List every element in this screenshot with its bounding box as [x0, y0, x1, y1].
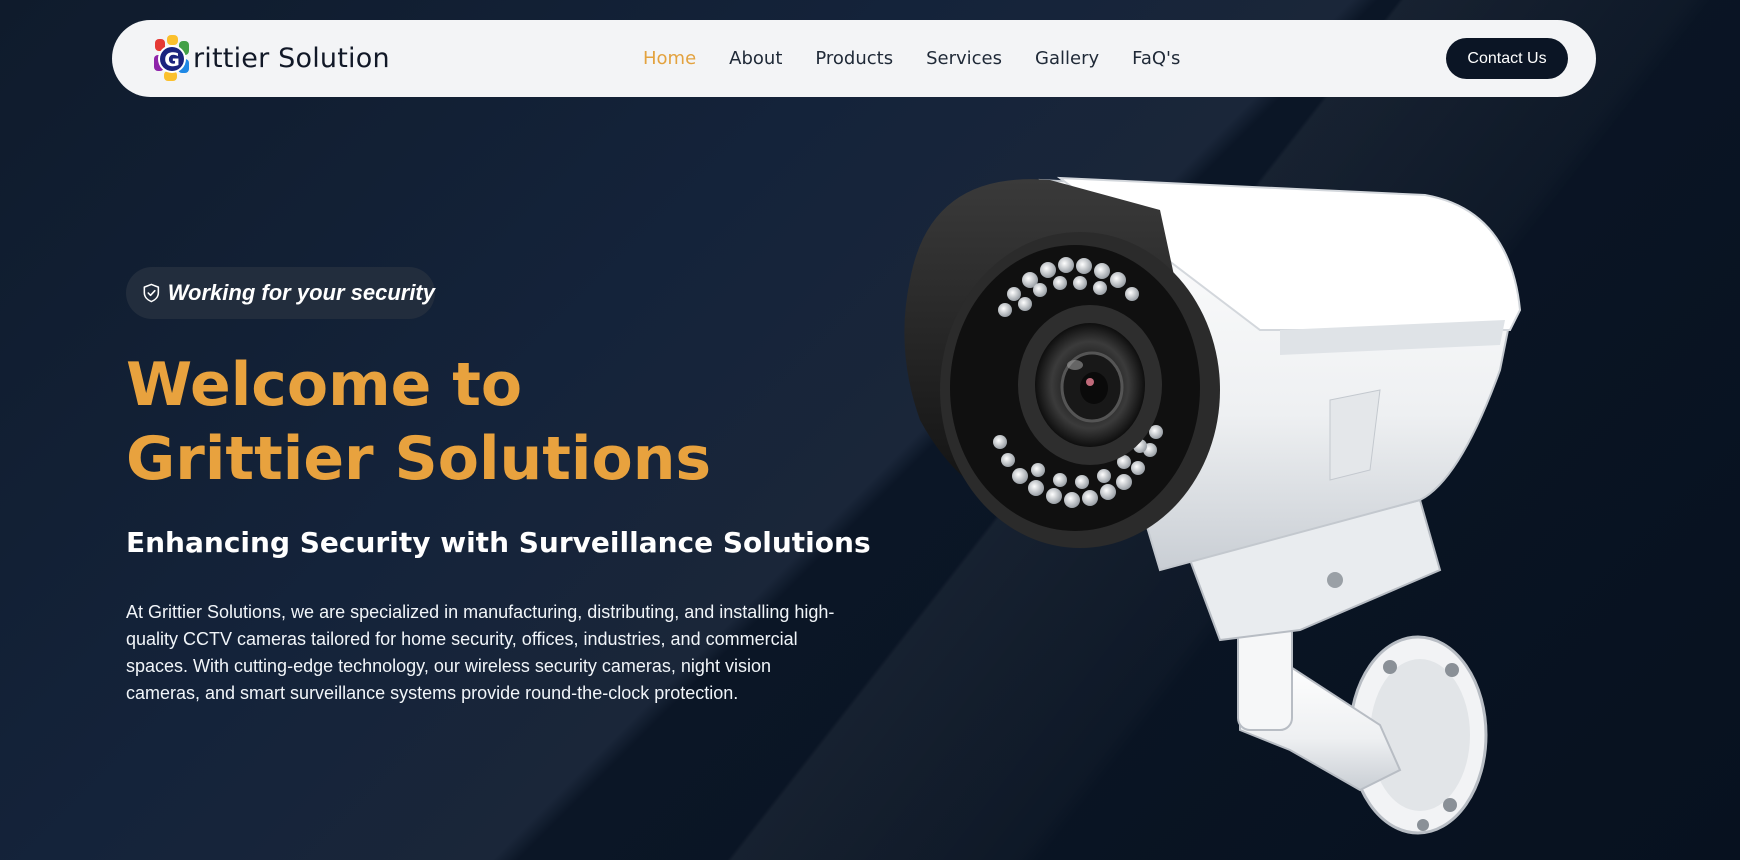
- main-nav: Home About Products Services Gallery FaQ…: [643, 20, 1213, 97]
- hero-title-line-1: Welcome to: [126, 350, 523, 420]
- nav-gallery[interactable]: Gallery: [1035, 48, 1099, 69]
- hero-subtitle: Enhancing Security with Surveillance Sol…: [126, 526, 871, 559]
- svg-text:G: G: [164, 49, 180, 71]
- badge-text: Working for your security: [167, 280, 435, 305]
- brand-name: rittier Solution: [193, 42, 390, 74]
- cctv-camera-image: [904, 176, 1522, 835]
- contact-us-button[interactable]: Contact Us: [1446, 38, 1568, 79]
- security-badge: Working for your security: [126, 267, 435, 319]
- nav-faqs[interactable]: FaQ's: [1132, 48, 1180, 69]
- brand-logo[interactable]: G rittier Solution: [152, 33, 390, 83]
- nav-home[interactable]: Home: [643, 48, 696, 69]
- shield-check-icon: [143, 283, 160, 303]
- hero-description: At Grittier Solutions, we are specialize…: [126, 602, 835, 703]
- navbar: G rittier Solution Home About Products S…: [112, 20, 1596, 97]
- nav-services[interactable]: Services: [926, 48, 1002, 69]
- nav-about[interactable]: About: [729, 48, 782, 69]
- brand-logo-icon: G: [154, 35, 189, 81]
- hero-title: Welcome to Grittier Solutions: [126, 348, 711, 496]
- hero-title-line-2: Grittier Solutions: [126, 424, 712, 494]
- nav-products[interactable]: Products: [815, 48, 893, 69]
